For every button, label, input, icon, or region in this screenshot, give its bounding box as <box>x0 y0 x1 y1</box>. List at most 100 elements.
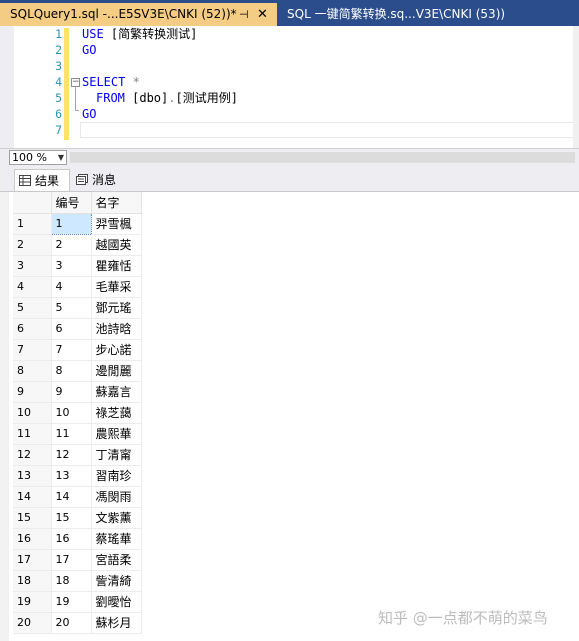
zoom-select[interactable]: 100 % ▼ <box>9 150 67 165</box>
column-header-name[interactable]: 名字 <box>91 192 142 214</box>
tab-sqlquery1[interactable]: SQLQuery1.sql -...E5SV3E\CNKI (52))* ⊣ ✕ <box>0 3 277 26</box>
code-line-4: SELECT * <box>82 74 140 90</box>
table-row[interactable]: 7 7 步心諾 <box>13 339 142 361</box>
table-row[interactable]: 4 4 毛華采 <box>13 276 142 298</box>
row-number[interactable]: 15 <box>13 507 52 529</box>
cell-name[interactable]: 鄧元瑤 <box>91 297 142 319</box>
row-number[interactable]: 14 <box>13 486 52 508</box>
cell-name[interactable]: 文紫薰 <box>91 507 142 529</box>
row-number[interactable]: 12 <box>13 444 52 466</box>
cell-id[interactable]: 15 <box>51 507 92 529</box>
cell-name[interactable]: 丁清甯 <box>91 444 142 466</box>
row-number[interactable]: 8 <box>13 360 52 382</box>
cell-id[interactable]: 20 <box>51 612 92 634</box>
table-row[interactable]: 3 3 瞿雍恬 <box>13 255 142 277</box>
table-row[interactable]: 18 18 訾清綺 <box>13 570 142 592</box>
table-row[interactable]: 12 12 丁清甯 <box>13 444 142 466</box>
cell-name[interactable]: 蘇杉月 <box>91 612 142 634</box>
cell-name[interactable]: 宮語柔 <box>91 549 142 571</box>
table-row[interactable]: 16 16 蔡瑤華 <box>13 528 142 550</box>
cell-name[interactable]: 劉曖怡 <box>91 591 142 613</box>
cell-name[interactable]: 馮閔雨 <box>91 486 142 508</box>
table-row[interactable]: 8 8 邊閒麗 <box>13 360 142 382</box>
cell-name[interactable]: 習南珍 <box>91 465 142 487</box>
table-row[interactable]: 19 19 劉曖怡 <box>13 591 142 613</box>
cell-name[interactable]: 毛華采 <box>91 276 142 298</box>
cell-name[interactable]: 越國英 <box>91 234 142 256</box>
cell-name[interactable]: 邊閒麗 <box>91 360 142 382</box>
cell-id[interactable]: 3 <box>51 255 92 277</box>
table-row[interactable]: 17 17 宮語柔 <box>13 549 142 571</box>
cell-name[interactable]: 祿芝藹 <box>91 402 142 424</box>
cell-id[interactable]: 8 <box>51 360 92 382</box>
cell-name[interactable]: 瞿雍恬 <box>91 255 142 277</box>
vertical-scrollbar[interactable] <box>573 26 579 148</box>
cell-id[interactable]: 11 <box>51 423 92 445</box>
cell-name[interactable]: 步心諾 <box>91 339 142 361</box>
query-editor[interactable]: 1 2 3 4 5 6 7 − USE [简繁转换测试] GO SELECT *… <box>0 26 579 148</box>
row-number[interactable]: 9 <box>13 381 52 403</box>
row-number[interactable]: 11 <box>13 423 52 445</box>
cell-id[interactable]: 16 <box>51 528 92 550</box>
cell-id[interactable]: 17 <box>51 549 92 571</box>
pin-icon[interactable]: ⊣ <box>239 3 249 26</box>
tab-sql-convert[interactable]: SQL 一键简繁转换.sq...V3E\CNKI (53)) <box>277 3 567 26</box>
row-number[interactable]: 16 <box>13 528 52 550</box>
messages-icon <box>76 174 88 185</box>
table-row[interactable]: 9 9 蘇嘉言 <box>13 381 142 403</box>
cell-id[interactable]: 5 <box>51 297 92 319</box>
row-number[interactable]: 6 <box>13 318 52 340</box>
row-number[interactable]: 18 <box>13 570 52 592</box>
row-number[interactable]: 4 <box>13 276 52 298</box>
cell-id[interactable]: 19 <box>51 591 92 613</box>
table-row[interactable]: 10 10 祿芝藹 <box>13 402 142 424</box>
cell-id[interactable]: 9 <box>51 381 92 403</box>
column-header-id[interactable]: 编号 <box>51 192 92 214</box>
keyword: GO <box>82 43 97 57</box>
table-row[interactable]: 6 6 池詩晗 <box>13 318 142 340</box>
row-number[interactable]: 10 <box>13 402 52 424</box>
collapse-icon[interactable]: − <box>71 78 80 87</box>
cell-name[interactable]: 農熙華 <box>91 423 142 445</box>
tab-messages[interactable]: 消息 <box>72 169 126 191</box>
table-row[interactable]: 5 5 鄧元瑤 <box>13 297 142 319</box>
row-number[interactable]: 20 <box>13 612 52 634</box>
cell-name[interactable]: 訾清綺 <box>91 570 142 592</box>
table-row[interactable]: 13 13 習南珍 <box>13 465 142 487</box>
cell-name[interactable]: 羿雪楓 <box>91 213 142 235</box>
row-number[interactable]: 7 <box>13 339 52 361</box>
row-number[interactable]: 13 <box>13 465 52 487</box>
cell-id[interactable]: 14 <box>51 486 92 508</box>
cell-id[interactable]: 13 <box>51 465 92 487</box>
cell-id[interactable]: 12 <box>51 444 92 466</box>
cell-id[interactable]: 18 <box>51 570 92 592</box>
cell-id[interactable]: 1 <box>50 212 92 235</box>
close-icon[interactable]: ✕ <box>257 3 268 26</box>
table-row[interactable]: 2 2 越國英 <box>13 234 142 256</box>
row-number[interactable]: 19 <box>13 591 52 613</box>
row-number[interactable]: 2 <box>13 234 52 256</box>
cell-id[interactable]: 2 <box>51 234 92 256</box>
cell-name[interactable]: 蘇嘉言 <box>91 381 142 403</box>
cell-name[interactable]: 蔡瑤華 <box>91 528 142 550</box>
row-number[interactable]: 5 <box>13 297 52 319</box>
keyword: SELECT <box>82 75 126 89</box>
table-row[interactable]: 14 14 馮閔雨 <box>13 486 142 508</box>
cell-id[interactable]: 10 <box>51 402 92 424</box>
corner-cell[interactable] <box>13 192 52 214</box>
table-row[interactable]: 15 15 文紫薰 <box>13 507 142 529</box>
row-number[interactable]: 17 <box>13 549 52 571</box>
cell-id[interactable]: 6 <box>51 318 92 340</box>
chevron-down-icon[interactable]: ▼ <box>58 151 64 164</box>
horizontal-scrollbar[interactable] <box>70 152 575 163</box>
cell-id[interactable]: 4 <box>51 276 92 298</box>
tab-results[interactable]: 结果 <box>14 169 70 191</box>
table-row[interactable]: 11 11 農熙華 <box>13 423 142 445</box>
cell-id[interactable]: 7 <box>51 339 92 361</box>
cell-name[interactable]: 池詩晗 <box>91 318 142 340</box>
row-number[interactable]: 3 <box>13 255 52 277</box>
table-row[interactable]: 20 20 蘇杉月 <box>13 612 142 634</box>
row-number[interactable]: 1 <box>13 213 52 235</box>
keyword: GO <box>82 107 97 121</box>
table-row[interactable]: 1 1 羿雪楓 <box>13 212 142 235</box>
